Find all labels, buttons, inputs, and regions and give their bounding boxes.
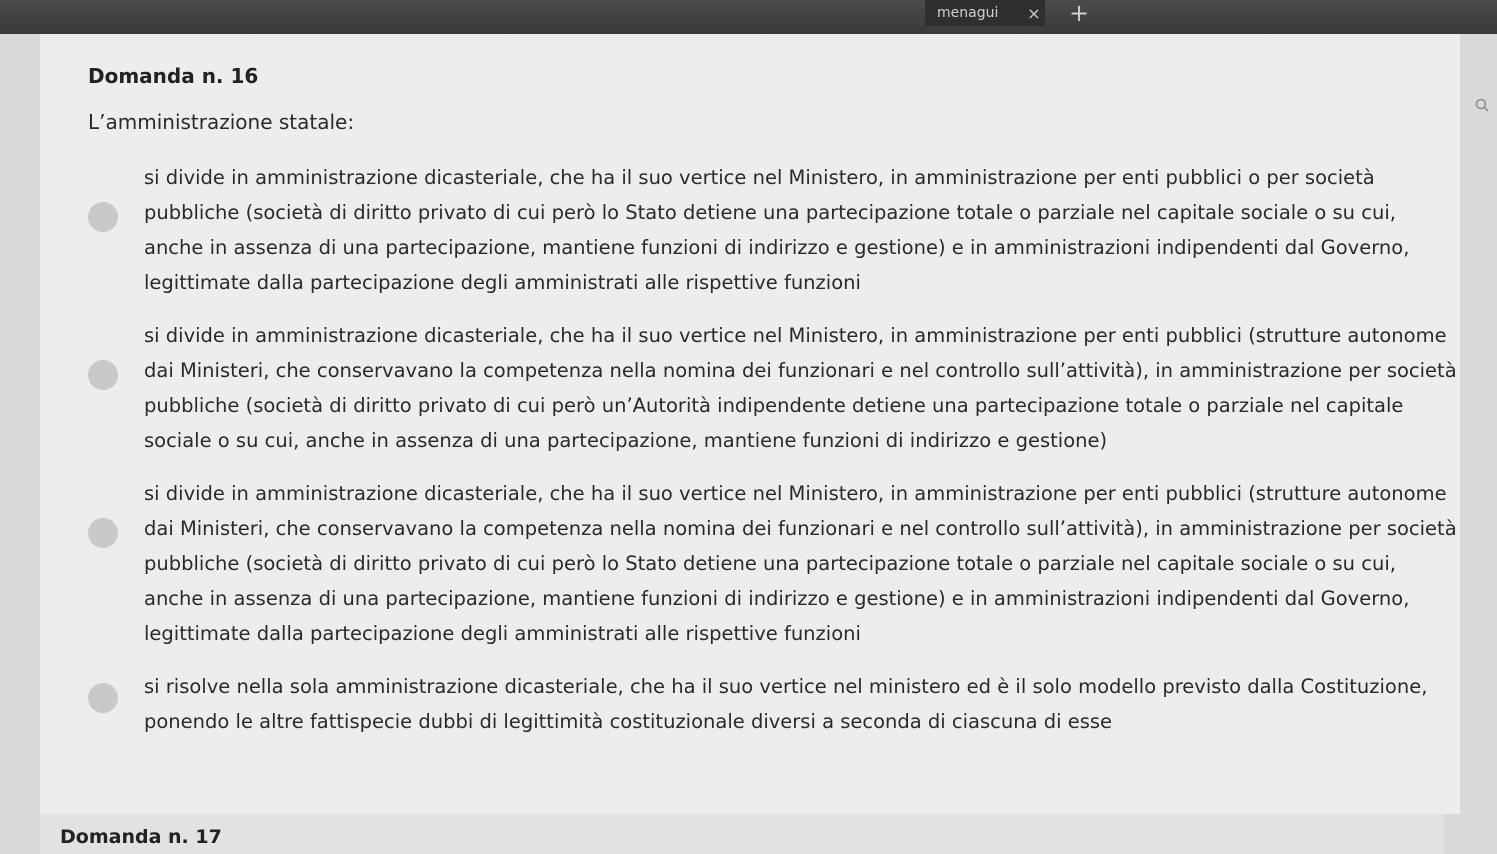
radio-button[interactable]	[88, 202, 118, 232]
radio-button[interactable]	[88, 360, 118, 390]
question-text: L’amministrazione statale:	[88, 110, 355, 134]
next-question-title: Domanda n. 17	[60, 826, 222, 848]
browser-tab[interactable]: menagui ×	[925, 0, 1045, 26]
answer-text: si divide in amministrazione dicasterial…	[144, 482, 1457, 645]
answer-text: si divide in amministrazione dicasterial…	[144, 324, 1457, 452]
answer-text: si risolve nella sola amministrazione di…	[144, 675, 1428, 733]
search-icon[interactable]	[1475, 98, 1493, 116]
question-title: Domanda n. 16	[88, 64, 259, 88]
radio-button[interactable]	[88, 518, 118, 548]
radio-button[interactable]	[88, 683, 118, 713]
browser-top-bar: menagui × +	[0, 0, 1497, 34]
next-question-block: Domanda n. 17	[40, 814, 1444, 854]
question-block: Domanda n. 16 L’amministrazione statale:…	[88, 64, 1458, 757]
quiz-page: Domanda n. 16 L’amministrazione statale:…	[40, 34, 1460, 814]
answer-option-2[interactable]: si divide in amministrazione dicasterial…	[88, 318, 1458, 458]
tab-label: menagui	[937, 5, 999, 21]
answer-option-1[interactable]: si divide in amministrazione dicasterial…	[88, 160, 1458, 300]
close-icon[interactable]: ×	[1023, 4, 1045, 23]
answer-text: si divide in amministrazione dicasterial…	[144, 166, 1410, 294]
answer-option-3[interactable]: si divide in amministrazione dicasterial…	[88, 476, 1458, 651]
answer-option-4[interactable]: si risolve nella sola amministrazione di…	[88, 669, 1458, 739]
new-tab-button[interactable]: +	[1062, 0, 1096, 26]
